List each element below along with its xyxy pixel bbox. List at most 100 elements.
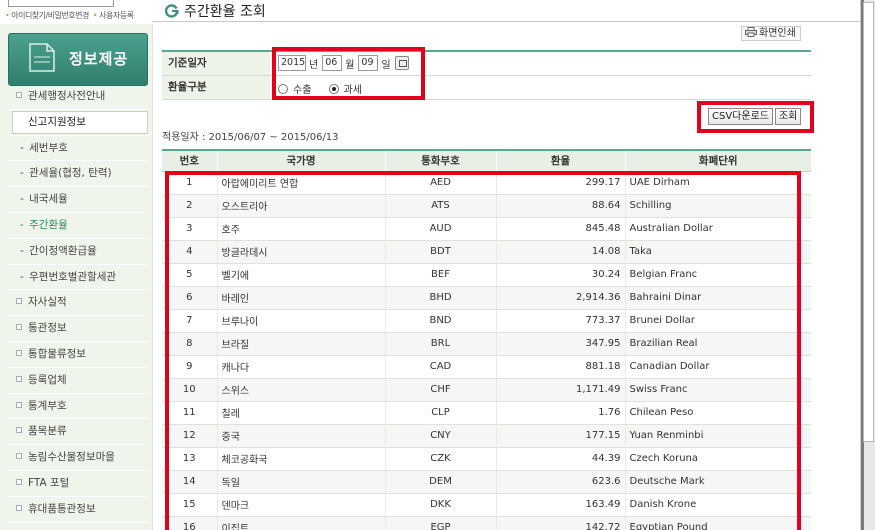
page-title: 주간환율 조회 bbox=[184, 4, 266, 20]
cell-country: 방글라데시 bbox=[216, 240, 385, 264]
cell-no: 11 bbox=[162, 401, 217, 425]
period-text: 적용일자 : 2015/06/07 ~ 2015/06/13 bbox=[162, 132, 339, 143]
cell-no: 7 bbox=[162, 309, 217, 333]
exchange-rate-table: 번호 국가명 통화부호 환율 화폐단위 1 아랍에미리트 연합 AED 299.17 U… bbox=[162, 149, 811, 530]
sidebar-item-label: FTA 포털 bbox=[28, 476, 70, 489]
square-bullet-icon bbox=[16, 504, 22, 511]
folder-icon bbox=[29, 43, 55, 72]
cell-currency-unit: Swiss Franc bbox=[624, 378, 811, 402]
year-unit: 년 bbox=[309, 59, 319, 71]
cell-country: 중국 bbox=[216, 424, 385, 448]
cell-currency-unit: Schilling bbox=[624, 194, 811, 218]
col-header-country: 국가명 bbox=[216, 149, 385, 172]
register-link[interactable]: 사용자등록 bbox=[99, 11, 134, 20]
cell-currency-unit: Danish Krone bbox=[624, 493, 811, 517]
table-row: 9 캐나다 CAD 881.18 Canadian Dollar bbox=[162, 355, 811, 379]
sidebar-item-label: 품목분류 bbox=[28, 425, 67, 438]
cell-currency-code: BDT bbox=[384, 240, 496, 264]
table-row: 12 중국 CNY 177.15 Yuan Renminbi bbox=[162, 424, 811, 448]
month-input[interactable]: 06 bbox=[322, 55, 343, 71]
cell-rate: 299.17 bbox=[495, 171, 625, 195]
main-content: 주간환율 조회 화면인쇄 기준일자 2015 년 06 월 09 일 환율구분 수출 과세… bbox=[153, 0, 860, 530]
cell-rate: 773.37 bbox=[495, 309, 625, 333]
cell-rate: 1,171.49 bbox=[495, 378, 625, 402]
export-radio-label[interactable]: 수출 bbox=[293, 85, 311, 96]
sidebar-item-label: 자사실적 bbox=[28, 296, 67, 309]
date-label: 기준일자 bbox=[162, 52, 270, 75]
tax-radio-label[interactable]: 과세 bbox=[344, 85, 362, 96]
sidebar-item-label: 관세행정사전안내 bbox=[28, 90, 106, 102]
sidebar-item[interactable]: 휴대품통관정보 bbox=[8, 497, 148, 523]
table-row: 5 벨기에 BEF 30.24 Belgian Franc bbox=[162, 263, 811, 287]
sidebar-item[interactable]: 품목분류 bbox=[8, 419, 148, 446]
sidebar-item[interactable]: 통관정보 bbox=[8, 316, 148, 342]
dash-marker: - bbox=[20, 244, 28, 257]
sidebar: 정보제공 관세행정사전안내 신고지원정보 - 세번부호 - 관세율(협정, 탄력) - … bbox=[0, 24, 153, 530]
cell-currency-code: CZK bbox=[384, 447, 496, 471]
top-search-box[interactable] bbox=[8, 0, 114, 7]
sidebar-item-label: 우편번호별관할세관 bbox=[29, 270, 117, 283]
cell-rate: 623.6 bbox=[495, 470, 625, 494]
cell-currency-code: AED bbox=[384, 171, 496, 195]
cell-country: 덴마크 bbox=[216, 493, 385, 517]
month-unit: 월 bbox=[345, 59, 355, 71]
day-unit: 일 bbox=[381, 59, 391, 71]
sidebar-item[interactable]: 통합물류정보 bbox=[8, 342, 148, 368]
search-button[interactable]: 조회 bbox=[774, 108, 802, 125]
table-row: 3 호주 AUD 845.48 Australian Dollar bbox=[162, 217, 811, 241]
cell-rate: 14.08 bbox=[495, 240, 625, 264]
sidebar-item[interactable]: - 세번부호 bbox=[8, 136, 148, 162]
cell-currency-unit: UAE Dirham bbox=[624, 171, 811, 195]
cell-currency-unit: Czech Koruna bbox=[624, 447, 811, 471]
cell-country: 바레인 bbox=[216, 286, 385, 310]
year-input[interactable]: 2015 bbox=[278, 55, 306, 71]
cell-rate: 30.24 bbox=[495, 263, 625, 287]
sidebar-item[interactable]: 관세행정사전안내 bbox=[8, 84, 148, 110]
cell-currency-code: DKK bbox=[384, 493, 496, 517]
export-radio[interactable] bbox=[278, 83, 288, 94]
sidebar-item[interactable]: 통계부호 bbox=[8, 394, 148, 420]
vertical-scrollbar[interactable] bbox=[860, 0, 875, 530]
sidebar-banner: 정보제공 bbox=[8, 33, 148, 86]
cell-currency-code: CNY bbox=[384, 424, 496, 448]
day-input[interactable]: 09 bbox=[358, 55, 379, 71]
sidebar-item[interactable]: - 주간환율 bbox=[8, 213, 148, 239]
sidebar-item-label: 간이정액환급율 bbox=[29, 244, 97, 257]
sidebar-item-label: 내국세율 bbox=[29, 193, 68, 206]
cell-country: 캐나다 bbox=[216, 355, 385, 379]
cell-country: 칠레 bbox=[216, 401, 385, 425]
find-id-password-link[interactable]: 아이디찾기/비밀번호변경 bbox=[11, 11, 89, 20]
sidebar-item-label: 통관정보 bbox=[28, 322, 67, 335]
square-bullet-icon bbox=[16, 92, 22, 98]
sidebar-item[interactable]: 농림수산물정보마을 bbox=[8, 445, 148, 471]
sidebar-item[interactable]: 자사실적 bbox=[8, 290, 148, 317]
sidebar-item-label: 농림수산물정보마을 bbox=[28, 451, 115, 464]
date-row: 기준일자 2015 년 06 월 09 일 bbox=[162, 52, 811, 76]
cell-country: 브라질 bbox=[216, 332, 385, 356]
dash-marker: - bbox=[20, 141, 28, 154]
cell-no: 8 bbox=[162, 332, 217, 356]
cell-currency-code: BND bbox=[384, 309, 496, 333]
cell-currency-unit: Australian Dollar bbox=[624, 217, 811, 241]
sidebar-item[interactable]: - 내국세율 bbox=[8, 187, 148, 213]
cell-currency-code: DEM bbox=[384, 470, 496, 494]
square-bullet-icon bbox=[16, 324, 22, 331]
print-button[interactable]: 화면인쇄 bbox=[741, 26, 801, 41]
csv-download-button[interactable]: CSV다운로드 bbox=[708, 108, 773, 125]
sidebar-item[interactable]: 신고지원정보 bbox=[8, 110, 148, 136]
cell-currency-code: CHF bbox=[384, 378, 496, 402]
tax-radio[interactable] bbox=[328, 83, 339, 94]
sidebar-item[interactable]: FTA 포털 bbox=[8, 471, 148, 497]
sidebar-menu: 관세행정사전안내 신고지원정보 - 세번부호 - 관세율(협정, 탄력) - 내국세율 -… bbox=[8, 84, 148, 523]
refresh-logo-icon bbox=[165, 4, 179, 18]
sidebar-item[interactable]: - 관세율(협정, 탄력) bbox=[8, 161, 148, 188]
col-header-currency-code: 통화부호 bbox=[384, 149, 496, 172]
sidebar-item[interactable]: 등록업체 bbox=[8, 368, 148, 394]
calendar-icon[interactable] bbox=[394, 56, 409, 70]
scrollbar-thumb[interactable] bbox=[863, 2, 874, 442]
print-label: 화면인쇄 bbox=[759, 28, 796, 39]
dash-marker: - bbox=[20, 167, 28, 180]
sidebar-item[interactable]: - 간이정액환급율 bbox=[8, 239, 148, 265]
sidebar-item[interactable]: - 우편번호별관할세관 bbox=[8, 265, 148, 291]
cell-rate: 142.72 bbox=[495, 516, 625, 530]
